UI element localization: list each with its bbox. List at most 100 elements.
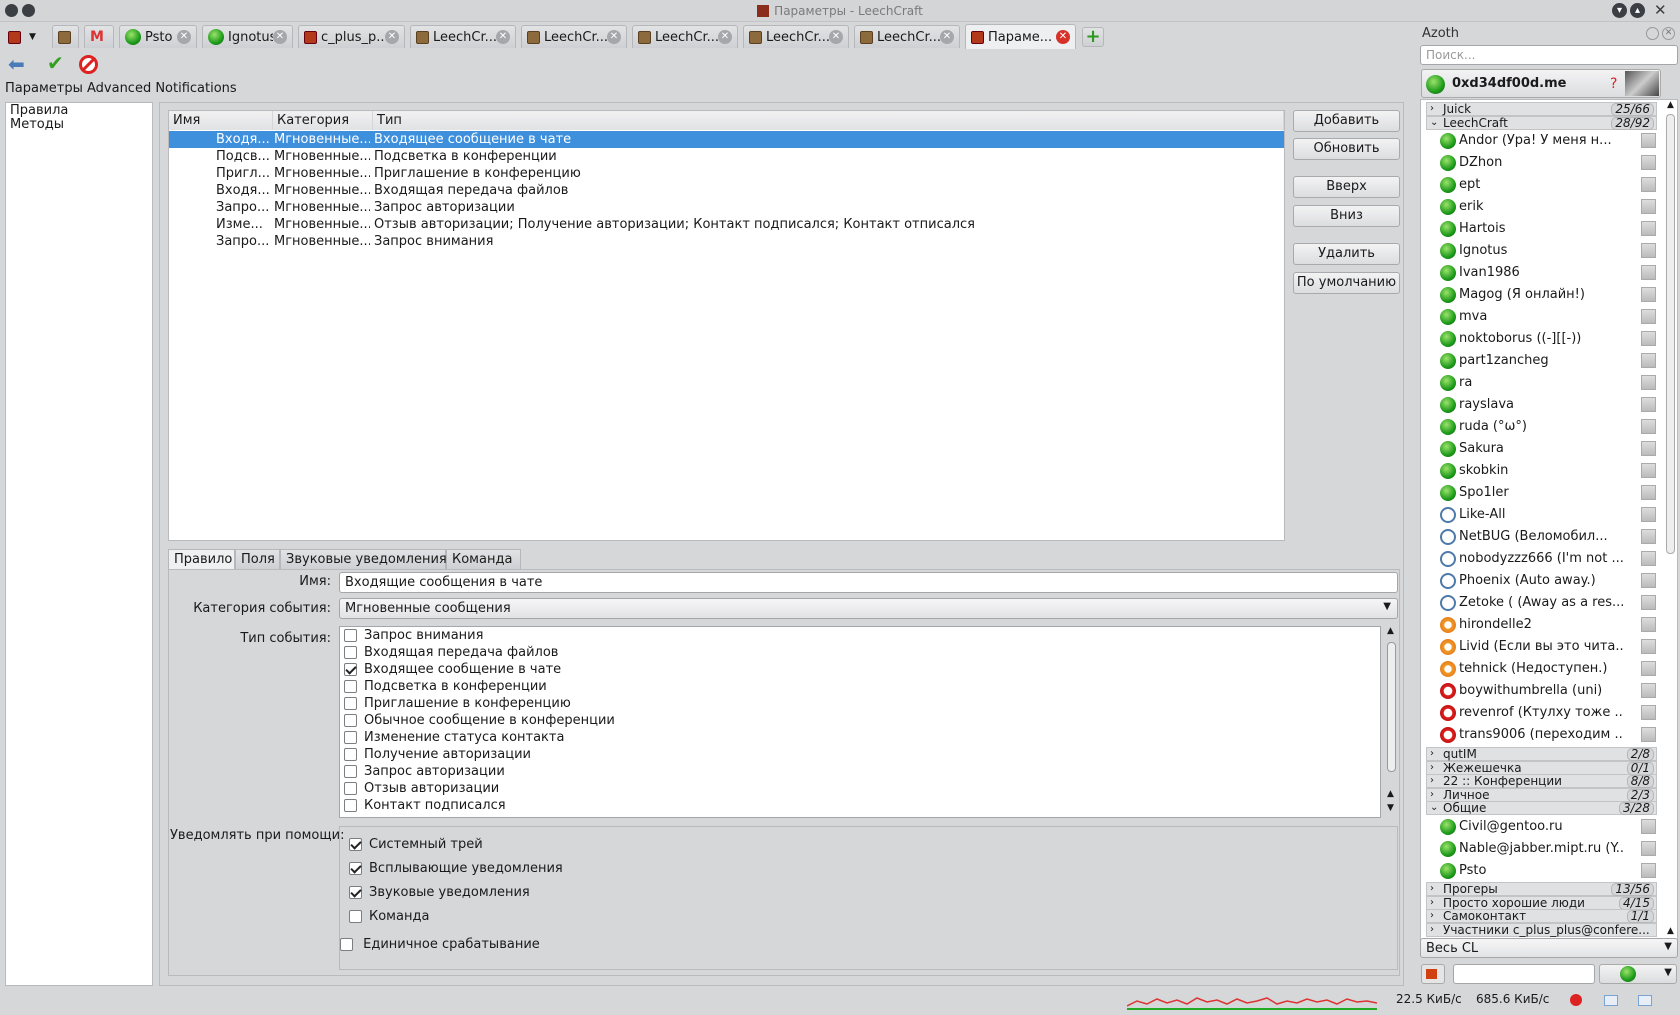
notify-option[interactable]: Звуковые уведомления: [349, 885, 530, 900]
tab-leechcraft-5[interactable]: LeechCr... ✕: [854, 25, 960, 48]
move-down-button[interactable]: Вниз: [1293, 205, 1400, 227]
contact-item[interactable]: Zetoke ( (Away as a res...: [1459, 592, 1624, 614]
update-button[interactable]: Обновить: [1293, 138, 1400, 160]
column-header-type[interactable]: Тип: [373, 111, 1284, 130]
tab-settings[interactable]: Параме... ✕: [965, 24, 1076, 49]
table-row[interactable]: Пригл... Мгновенные... Приглашение в конфе…: [169, 165, 1284, 182]
notify-option[interactable]: Всплывающие уведомления: [349, 861, 563, 876]
event-type-item[interactable]: Входящее сообщение в чате: [340, 661, 1380, 678]
event-type-item[interactable]: Приглашение в конференцию: [340, 695, 1380, 712]
tab-rule[interactable]: Правило: [168, 549, 235, 570]
close-tab-icon[interactable]: ✕: [496, 30, 510, 44]
table-row[interactable]: Изме... Мгновенные... Отзыв авторизации; П…: [169, 216, 1284, 233]
tab-ignotus[interactable]: Ignotus ✕: [202, 25, 293, 48]
scroll-up-icon[interactable]: ▲: [1667, 926, 1674, 936]
checkbox[interactable]: [344, 782, 357, 795]
notify-option[interactable]: Команда: [349, 909, 429, 924]
remove-button[interactable]: Удалить: [1293, 243, 1400, 265]
contact-item[interactable]: ra: [1459, 372, 1624, 394]
chevron-down-icon[interactable]: ⌄: [1430, 117, 1438, 129]
apply-check-icon[interactable]: ✔: [47, 53, 64, 73]
chevron-right-icon[interactable]: ›: [1430, 897, 1434, 909]
table-row[interactable]: Входя... Мгновенные... Входящее сообщение …: [169, 131, 1284, 148]
contact-item[interactable]: Sakura: [1459, 438, 1624, 460]
single-shot-checkbox[interactable]: Единичное срабатывание: [340, 937, 540, 952]
tab-leechcraft-2[interactable]: LeechCr... ✕: [521, 25, 627, 48]
contact-item[interactable]: trans9006 (переходим ...: [1459, 724, 1624, 746]
contact-item[interactable]: tehnick (Недоступен.): [1459, 658, 1624, 680]
event-type-item[interactable]: Отзыв авторизации: [340, 780, 1380, 797]
checkbox[interactable]: [344, 799, 357, 812]
contact-item[interactable]: DZhon: [1459, 152, 1624, 174]
section-item-rules[interactable]: Правила: [6, 104, 152, 118]
chevron-right-icon[interactable]: ›: [1430, 883, 1434, 895]
tab-leechcraft-4[interactable]: LeechCr... ✕: [743, 25, 849, 48]
close-panel-icon[interactable]: ✕: [1662, 27, 1675, 40]
scroll-up-icon[interactable]: ▲: [1387, 789, 1394, 799]
event-type-item[interactable]: Контакт подписался: [340, 797, 1380, 814]
notify-option[interactable]: Системный трей: [349, 837, 483, 852]
tab-psto[interactable]: Psto ✕: [119, 25, 197, 48]
roster-group[interactable]: › Прогеры 13/56: [1426, 882, 1657, 896]
close-tab-icon[interactable]: ✕: [385, 30, 399, 44]
add-button[interactable]: Добавить: [1293, 110, 1400, 132]
tray-icon-2[interactable]: [1604, 995, 1618, 1006]
checkbox[interactable]: [344, 714, 357, 727]
tab-leechcraft-3[interactable]: LeechCr... ✕: [632, 25, 738, 48]
checkbox[interactable]: [344, 629, 357, 642]
checkbox[interactable]: [349, 862, 362, 875]
tab-sound-notifications[interactable]: Звуковые уведомления: [280, 549, 447, 570]
name-field[interactable]: Входящие сообщения в чате: [339, 572, 1398, 593]
move-up-button[interactable]: Вверх: [1293, 176, 1400, 198]
minimize-icon[interactable]: ▾: [1612, 3, 1627, 18]
tab-fields[interactable]: Поля: [235, 549, 280, 570]
contact-item[interactable]: Magog (Я онлайн!): [1459, 284, 1624, 306]
scrollbar-handle[interactable]: [1387, 642, 1396, 772]
event-type-item[interactable]: Входящая передача файлов: [340, 644, 1380, 661]
contact-item[interactable]: revenrof (Ктулху тоже ...: [1459, 702, 1624, 724]
close-window-icon[interactable]: ✕: [1654, 1, 1667, 19]
contact-item[interactable]: ept: [1459, 174, 1624, 196]
app-menu-button[interactable]: ▼: [8, 27, 46, 47]
checkbox[interactable]: [344, 765, 357, 778]
chevron-right-icon[interactable]: ›: [1430, 924, 1434, 936]
roster-group[interactable]: › 22 :: Конференции 8/8: [1426, 774, 1657, 788]
tray-icon-1[interactable]: [1570, 994, 1582, 1006]
defaults-button[interactable]: По умолчанию: [1293, 272, 1400, 294]
table-row[interactable]: Подсв... Мгновенные... Подсветка в конфере…: [169, 148, 1284, 165]
close-tab-icon[interactable]: ✕: [718, 30, 732, 44]
contact-item[interactable]: Spo1ler: [1459, 482, 1624, 504]
column-header-category[interactable]: Категория: [273, 111, 373, 130]
scrollbar-handle[interactable]: [1666, 114, 1675, 554]
tray-icon-3[interactable]: [1638, 995, 1652, 1006]
tab-pinned-mail[interactable]: M: [84, 25, 114, 48]
contact-item[interactable]: Nable@jabber.mipt.ru (Y...: [1459, 838, 1624, 860]
back-arrow-icon[interactable]: ⬅: [8, 54, 25, 74]
roster-group[interactable]: › Самоконтакт 1/1: [1426, 909, 1657, 923]
roster-group[interactable]: › qutIM 2/8: [1426, 747, 1657, 761]
roster-filter-select[interactable]: Весь CL ▼: [1420, 938, 1678, 958]
float-icon[interactable]: [1646, 27, 1659, 40]
account-row[interactable]: 0xd34df00d.me ?: [1421, 69, 1661, 98]
contact-item[interactable]: mva: [1459, 306, 1624, 328]
table-row[interactable]: Входя... Мгновенные... Входящая передача ф…: [169, 182, 1284, 199]
tab-command[interactable]: Команда: [446, 549, 521, 570]
new-tab-button[interactable]: +: [1082, 27, 1104, 47]
roster-group[interactable]: › Личное 2/3: [1426, 787, 1657, 802]
tab-leechcraft-1[interactable]: LeechCr... ✕: [410, 25, 516, 48]
column-header-name[interactable]: Имя: [169, 111, 273, 130]
category-select[interactable]: Мгновенные сообщения ▼: [339, 598, 1398, 619]
presence-select[interactable]: ▼: [1599, 964, 1677, 984]
contact-item[interactable]: Like-All: [1459, 504, 1624, 526]
maximize-icon[interactable]: ▴: [1630, 3, 1645, 18]
chevron-right-icon[interactable]: ›: [1430, 762, 1434, 774]
contact-item[interactable]: erik: [1459, 196, 1624, 218]
checkbox[interactable]: [349, 910, 362, 923]
roster-group[interactable]: ⌄ Общие 3/28: [1426, 801, 1657, 815]
checkbox[interactable]: [349, 838, 362, 851]
status-menu-button[interactable]: [1421, 964, 1445, 984]
contact-item[interactable]: Phoenix (Auto away.): [1459, 570, 1624, 592]
event-type-item[interactable]: Изменение статуса контакта: [340, 729, 1380, 746]
contact-item[interactable]: boywithumbrella (uni): [1459, 680, 1624, 702]
event-type-scrollbar[interactable]: ▲ ▲ ▼: [1385, 626, 1398, 818]
